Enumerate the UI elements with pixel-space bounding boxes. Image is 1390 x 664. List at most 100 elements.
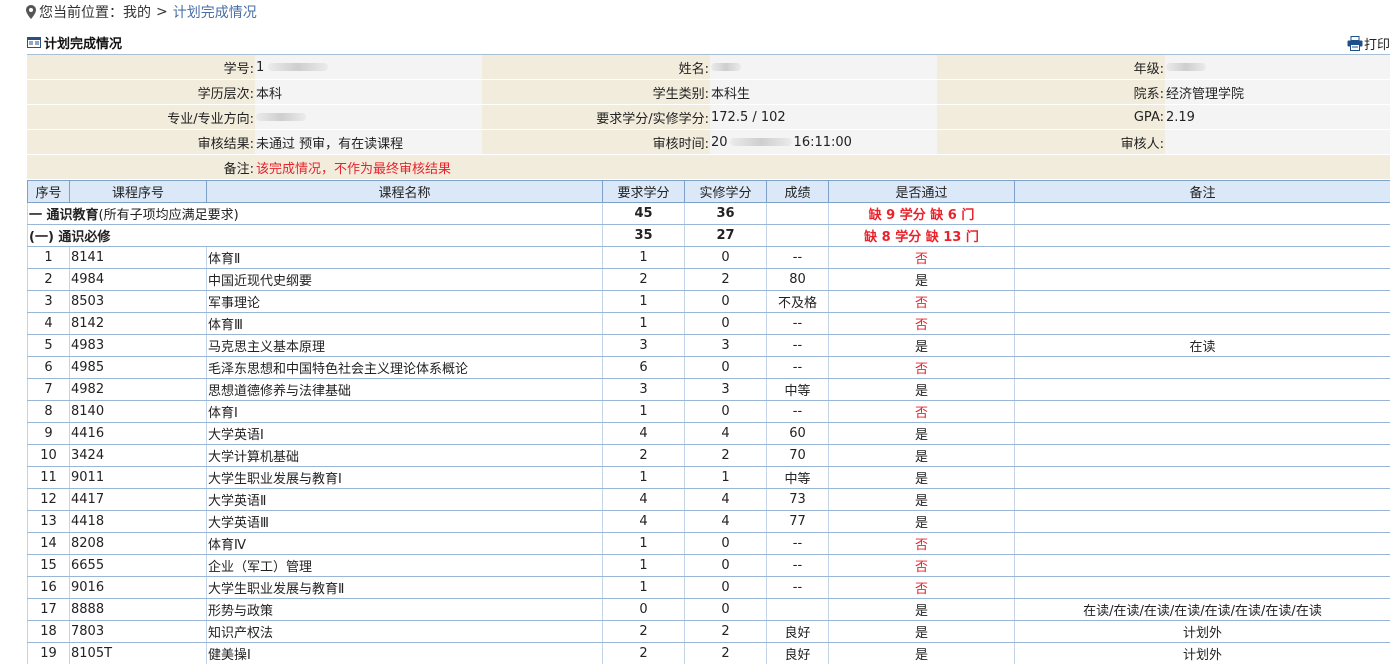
- breadcrumb: 您当前位置：我的 > 计划完成情况: [26, 3, 257, 21]
- student-type-label: 学生类别:: [482, 80, 710, 105]
- row-no: 4: [27, 312, 70, 335]
- breadcrumb-current[interactable]: 计划完成情况: [173, 2, 257, 22]
- print-label[interactable]: 打印: [1364, 34, 1390, 53]
- gpa-label: GPA:: [937, 105, 1165, 130]
- plan-table: 序号 课程序号 课程名称 要求学分 实修学分 成绩 是否通过 备注 一 通识教育…: [27, 180, 1390, 664]
- group-score: [766, 224, 829, 247]
- info-row: 学历层次: 本科 学生类别: 本科生 院系: 经济管理学院: [27, 80, 1390, 105]
- table-row: 11 9011 大学生职业发展与教育Ⅰ 1 1 中等是: [27, 466, 1390, 489]
- group-earned: 36: [684, 202, 767, 225]
- row-course-code: 6655: [69, 554, 207, 577]
- print-button[interactable]: 打印: [1347, 34, 1390, 53]
- table-row: 17 8888 形势与政策 0 0 是在读/在读/在读/在读/在读/在读/在读/在读: [27, 598, 1390, 621]
- row-pass: 是: [828, 444, 1015, 467]
- row-no: 9: [27, 422, 70, 445]
- row-course-code: 4416: [69, 422, 207, 445]
- row-pass: 是: [828, 334, 1015, 357]
- row-score: 70: [766, 444, 829, 467]
- row-course-name: 思想道德修养与法律基础: [206, 378, 603, 401]
- group-title-text: 一 通识教育: [29, 208, 99, 223]
- row-remark: [1014, 532, 1390, 555]
- table-row: 3 8503 军事理论 1 0 不及格否: [27, 290, 1390, 313]
- row-course-name: 大学生职业发展与教育Ⅰ: [206, 466, 603, 489]
- row-course-name: 毛泽东思想和中国特色社会主义理论体系概论: [206, 356, 603, 379]
- table-row: 15 6655 企业（军工）管理 1 0 -- 否: [27, 554, 1390, 577]
- table-row: 14 8208 体育Ⅳ 1 0 -- 否: [27, 532, 1390, 555]
- row-earned-credits: 0: [684, 246, 767, 269]
- student-id-label: 学号:: [27, 55, 255, 80]
- redaction-blur: [729, 138, 792, 146]
- row-pass: 是: [828, 510, 1015, 533]
- group-title-text: (一) 通识必修: [29, 230, 111, 245]
- row-remark: [1014, 400, 1390, 423]
- row-earned-credits: 3: [684, 378, 767, 401]
- row-pass: 否: [828, 290, 1015, 313]
- row-score: 中等: [766, 466, 829, 489]
- table-row: 13 4418 大学英语Ⅲ 4 4 77 是: [27, 510, 1390, 533]
- group-title: 一 通识教育(所有子项均应满足要求): [27, 202, 603, 225]
- row-course-name: 大学英语Ⅱ: [206, 488, 603, 511]
- row-remark: 计划外: [1014, 642, 1390, 664]
- gpa-value: 2.19: [1165, 105, 1390, 130]
- row-required-credits: 1: [602, 554, 685, 577]
- row-pass: 是: [828, 466, 1015, 489]
- row-earned-credits: 0: [684, 576, 767, 599]
- row-no: 6: [27, 356, 70, 379]
- row-pass: 否: [828, 576, 1015, 599]
- row-score: 60: [766, 422, 829, 445]
- row-pass: 是: [828, 268, 1015, 291]
- table-row: 8 8140 体育Ⅰ 1 0 -- 否: [27, 400, 1390, 423]
- redaction-blur: [711, 63, 741, 71]
- row-score: --: [766, 312, 829, 335]
- audit-time-clock: 16:11:00: [793, 134, 852, 150]
- group-earned: 27: [684, 224, 767, 247]
- row-course-code: 4985: [69, 356, 207, 379]
- table-row: 9 4416 大学英语Ⅰ 4 4 60 是: [27, 422, 1390, 445]
- major-label: 专业/专业方向:: [27, 105, 255, 130]
- audit-time-date: 20: [711, 134, 728, 150]
- row-score: --: [766, 532, 829, 555]
- row-pass: 否: [828, 356, 1015, 379]
- row-course-name: 形势与政策: [206, 598, 603, 621]
- student-type-value: 本科生: [710, 80, 937, 105]
- row-pass: 否: [828, 554, 1015, 577]
- row-remark: 计划外: [1014, 620, 1390, 643]
- location-pin-icon: [26, 5, 36, 19]
- row-no: 2: [27, 268, 70, 291]
- row-remark: [1014, 466, 1390, 489]
- group-title-note: (所有子项均应满足要求): [98, 208, 239, 223]
- row-score: --: [766, 554, 829, 577]
- row-required-credits: 4: [602, 510, 685, 533]
- row-course-name: 体育Ⅰ: [206, 400, 603, 423]
- remark-value: 该完成情况，不作为最终审核结果: [255, 155, 1390, 180]
- row-course-name: 马克思主义基本原理: [206, 334, 603, 357]
- edu-level-value: 本科: [255, 80, 482, 105]
- row-pass: 是: [828, 598, 1015, 621]
- printer-icon: [1347, 36, 1363, 51]
- edu-level-label: 学历层次:: [27, 80, 255, 105]
- row-course-name: 体育Ⅲ: [206, 312, 603, 335]
- row-course-code: 4983: [69, 334, 207, 357]
- table-row: 10 3424 大学计算机基础 2 2 70 是: [27, 444, 1390, 467]
- row-course-code: 8141: [69, 246, 207, 269]
- row-pass: 是: [828, 378, 1015, 401]
- department-value: 经济管理学院: [1165, 80, 1390, 105]
- row-required-credits: 1: [602, 312, 685, 335]
- row-course-code: 3424: [69, 444, 207, 467]
- student-info-panel: 学号: 1 姓名: 年级: 学历层次: 本科 学生类别: 本科生 院系: 经济管…: [27, 54, 1390, 180]
- table-row: 16 9016 大学生职业发展与教育Ⅱ 1 0 -- 否: [27, 576, 1390, 599]
- table-row: 18 7803 知识产权法 2 2 良好是计划外: [27, 620, 1390, 643]
- row-required-credits: 1: [602, 400, 685, 423]
- row-course-code: 8888: [69, 598, 207, 621]
- row-earned-credits: 3: [684, 334, 767, 357]
- row-earned-credits: 0: [684, 554, 767, 577]
- row-score: 中等: [766, 378, 829, 401]
- row-pass: 否: [828, 246, 1015, 269]
- row-remark: [1014, 246, 1390, 269]
- group-required: 45: [602, 202, 685, 225]
- row-remark: [1014, 576, 1390, 599]
- row-earned-credits: 2: [684, 620, 767, 643]
- row-earned-credits: 4: [684, 422, 767, 445]
- student-id-text: 1: [256, 59, 265, 75]
- row-remark: [1014, 378, 1390, 401]
